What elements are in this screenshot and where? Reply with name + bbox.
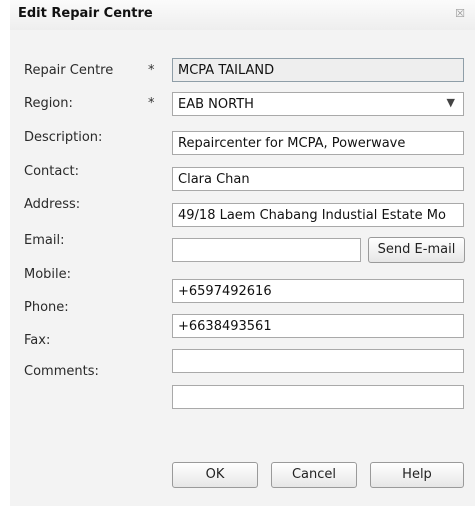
help-button[interactable]: Help <box>370 462 464 488</box>
required-mark: * <box>148 96 155 111</box>
address-label: Address: <box>24 197 81 212</box>
comments-field[interactable] <box>172 385 464 409</box>
contact-label: Contact: <box>24 164 79 179</box>
required-mark: * <box>148 63 155 78</box>
mobile-field[interactable]: +6597492616 <box>172 279 464 303</box>
comments-label: Comments: <box>24 364 99 379</box>
ok-button[interactable]: OK <box>172 462 258 488</box>
repair-centre-label: Repair Centre <box>24 63 114 78</box>
description-label: Description: <box>24 130 103 145</box>
fax-label: Fax: <box>24 333 51 348</box>
dialog-title: Edit Repair Centre <box>18 6 153 21</box>
close-icon[interactable]: ☒ <box>455 7 465 20</box>
phone-label: Phone: <box>24 300 69 315</box>
region-label: Region: <box>24 96 73 111</box>
cancel-button[interactable]: Cancel <box>271 462 357 488</box>
send-email-button[interactable]: Send E-mail <box>368 237 465 263</box>
contact-field[interactable]: Clara Chan <box>172 167 464 191</box>
description-field[interactable]: Repaircenter for MCPA, Powerwave <box>172 131 464 155</box>
email-field[interactable] <box>172 238 361 262</box>
region-select[interactable]: EAB NORTH ▼ <box>172 92 464 116</box>
email-label: Email: <box>24 233 65 248</box>
phone-field[interactable]: +6638493561 <box>172 314 464 338</box>
fax-field[interactable] <box>172 349 464 373</box>
repair-centre-field[interactable]: MCPA TAILAND <box>172 58 464 82</box>
mobile-label: Mobile: <box>24 267 72 282</box>
dialog-titlebar: Edit Repair Centre ☒ <box>10 0 475 30</box>
chevron-down-icon[interactable]: ▼ <box>447 96 455 109</box>
region-select-value: EAB NORTH <box>178 97 254 112</box>
address-field[interactable]: 49/18 Laem Chabang Industial Estate Mo <box>172 203 464 227</box>
edit-repair-centre-dialog: Edit Repair Centre ☒ Repair Centre * MCP… <box>10 0 475 506</box>
